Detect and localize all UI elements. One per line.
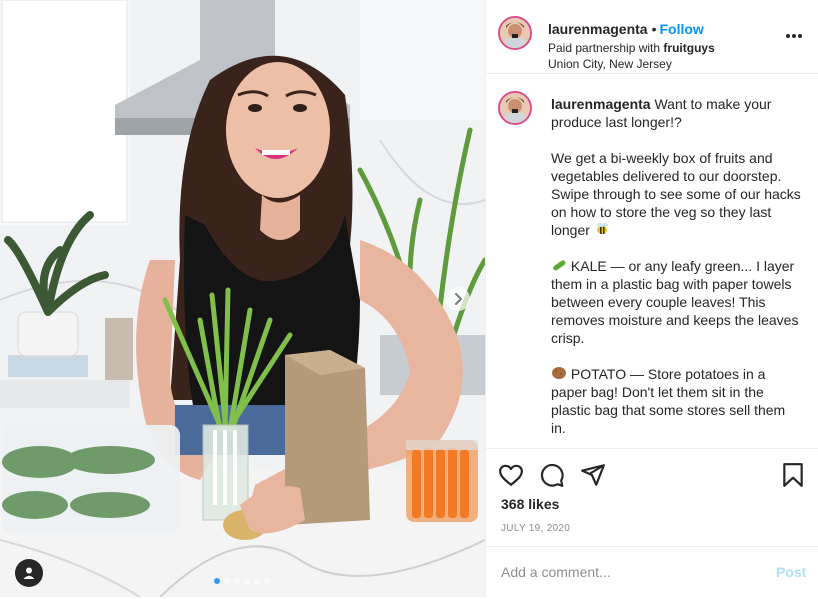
username-link[interactable]: laurenmagenta [548,21,648,37]
bookmark-icon[interactable] [780,462,806,488]
tagged-users-button[interactable] [15,559,43,587]
actions-section: 368 likes JULY 19, 2020 Post [486,448,818,598]
chevron-right-icon [455,293,462,305]
post-date[interactable]: JULY 19, 2020 [501,523,570,534]
carousel-dot-1 [214,578,220,584]
partner-link[interactable]: fruitguys [663,41,714,55]
carousel-dot-6 [264,578,270,584]
comment-icon[interactable] [539,462,565,488]
instagram-post: laurenmagenta • Follow Paid partnership wi… [0,0,818,597]
paid-partnership-line: Paid partnership with fruitguys [548,41,715,55]
carousel-indicator [214,578,270,584]
heart-icon[interactable] [498,462,524,488]
kitchen-photo-illustration [0,0,485,597]
comment-input[interactable] [501,561,741,583]
avatar-image [500,93,530,123]
post-header: laurenmagenta • Follow Paid partnership wi… [486,0,818,74]
avatar[interactable] [498,16,532,50]
next-photo-button[interactable] [446,287,470,311]
carousel-dot-4 [244,578,250,584]
caption-paragraph-potato: POTATO — Store potatoes in a paper bag! … [551,366,786,436]
location-link[interactable]: Union City, New Jersey [548,57,672,71]
partnership-label: Paid partnership with [548,41,661,55]
caption-avatar[interactable] [498,91,532,125]
user-tag-icon [23,567,35,579]
caption-area: laurenmagenta Want to make your produce … [486,74,818,448]
carousel-dot-3 [234,578,240,584]
avatar-image [500,18,530,48]
follow-button[interactable]: Follow [660,21,704,37]
cucumber-emoji [553,260,566,271]
post-details-panel: laurenmagenta • Follow Paid partnership wi… [485,0,818,597]
likes-count[interactable]: 368 likes [501,496,559,512]
comment-section: Post [486,546,818,599]
bee-emoji [596,223,608,234]
carousel-dot-2 [224,578,230,584]
caption-paragraph-kale: KALE — or any leafy green... I layer the… [551,258,799,346]
caption-paragraph-2: We get a bi-weekly box of fruits and veg… [551,150,801,238]
share-icon[interactable] [580,462,606,488]
caption-username-link[interactable]: laurenmagenta [551,96,651,112]
more-options-icon[interactable] [783,27,805,45]
post-comment-button[interactable]: Post [776,564,806,580]
potato-emoji [552,367,566,379]
carousel-dot-5 [254,578,260,584]
header-title-line: laurenmagenta • Follow [548,21,704,37]
post-photo[interactable] [0,0,485,597]
caption-text: laurenmagenta Want to make your produce … [551,95,801,448]
separator-dot: • [651,21,657,37]
